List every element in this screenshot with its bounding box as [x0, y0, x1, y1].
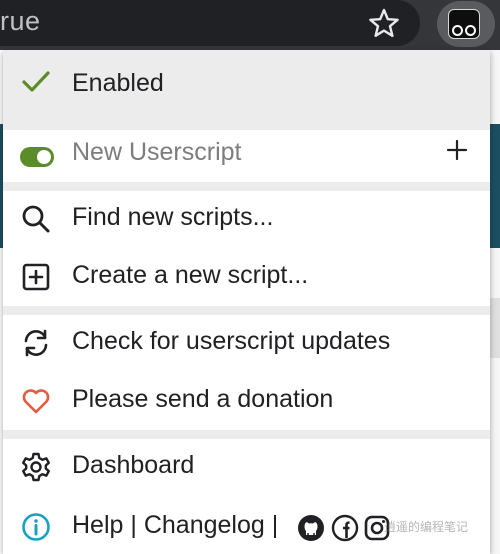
address-bar[interactable]: rue [0, 0, 420, 46]
dashboard-label: Dashboard [72, 451, 195, 479]
search-icon [22, 205, 50, 233]
page-banner [490, 124, 500, 248]
refresh-icon [24, 329, 48, 357]
find-scripts-label: Find new scripts... [72, 203, 274, 231]
enabled-toggle-item[interactable]: Enabled [3, 50, 490, 120]
extension-popup-menu: Enabled New Userscript Find new scripts.… [3, 50, 490, 554]
separator [3, 306, 490, 315]
star-icon[interactable] [368, 7, 400, 39]
browser-toolbar: rue [0, 0, 500, 50]
plus-icon[interactable] [445, 138, 469, 162]
donate-item[interactable]: Please send a donation [3, 375, 490, 427]
changelog-link[interactable]: Changelog [144, 511, 265, 539]
donate-label: Please send a donation [72, 385, 334, 413]
separator-text: | [271, 511, 279, 539]
separator [3, 430, 490, 439]
gear-icon [22, 452, 50, 482]
url-text[interactable]: rue [0, 6, 41, 37]
new-userscript-item[interactable]: New Userscript [3, 130, 490, 178]
github-icon[interactable] [297, 514, 325, 542]
new-userscript-label: New Userscript [72, 138, 242, 166]
dashboard-item[interactable]: Dashboard [3, 441, 490, 493]
separator [3, 120, 490, 130]
help-links: Help | Changelog | [72, 511, 278, 540]
facebook-icon[interactable] [331, 514, 359, 542]
check-updates-item[interactable]: Check for userscript updates [3, 317, 490, 369]
extension-button[interactable] [437, 1, 495, 47]
page-content [490, 298, 500, 358]
separator-text: | [130, 511, 137, 539]
enabled-label: Enabled [72, 69, 164, 97]
create-script-label: Create a new script... [72, 261, 309, 289]
watermark: 逍遥的编程笔记 [384, 520, 469, 534]
check-updates-label: Check for userscript updates [72, 327, 391, 355]
find-scripts-item[interactable]: Find new scripts... [3, 193, 490, 245]
separator [3, 182, 490, 191]
info-icon[interactable] [20, 511, 52, 543]
toggle-on-icon[interactable] [20, 147, 54, 167]
help-link[interactable]: Help [72, 511, 123, 539]
heart-icon [22, 389, 50, 414]
add-box-icon [22, 263, 50, 291]
create-script-item[interactable]: Create a new script... [3, 251, 490, 303]
checkmark-icon [22, 71, 50, 92]
tampermonkey-icon [448, 9, 480, 39]
